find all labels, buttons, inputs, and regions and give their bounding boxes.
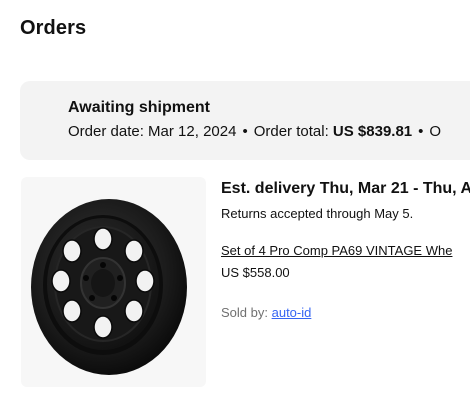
orders-page: Orders Awaiting shipment Order date: Mar… <box>0 0 470 402</box>
page-title: Orders <box>20 17 87 39</box>
order-meta: Order date: Mar 12, 2024 • Order total: US… <box>68 123 441 140</box>
returns-note: Returns accepted through May 5. <box>221 206 414 221</box>
sold-by-label: Sold by: <box>221 305 268 320</box>
order-total-label: Order total: <box>253 123 329 140</box>
item-price: US $558.00 <box>221 265 290 280</box>
estimated-delivery: Est. delivery Thu, Mar 21 - Thu, A <box>221 180 470 197</box>
order-status: Awaiting shipment <box>68 99 210 116</box>
order-status-card: Awaiting shipment Order date: Mar 12, 20… <box>20 81 470 160</box>
meta-separator: • <box>242 123 248 140</box>
meta-separator: • <box>418 123 424 140</box>
order-date-value: Mar 12, 2024 <box>148 123 237 140</box>
order-total-value: US $839.81 <box>332 123 413 140</box>
item-title-link[interactable]: Set of 4 Pro Comp PA69 VINTAGE Whe <box>221 243 452 258</box>
order-date-label: Order date: <box>68 123 144 140</box>
seller-link[interactable]: auto-id <box>272 305 312 320</box>
order-meta-truncated: O <box>429 123 442 140</box>
sold-by: Sold by: auto-id <box>221 305 311 320</box>
item-image[interactable] <box>21 177 206 387</box>
wheel-image-icon <box>31 199 187 375</box>
